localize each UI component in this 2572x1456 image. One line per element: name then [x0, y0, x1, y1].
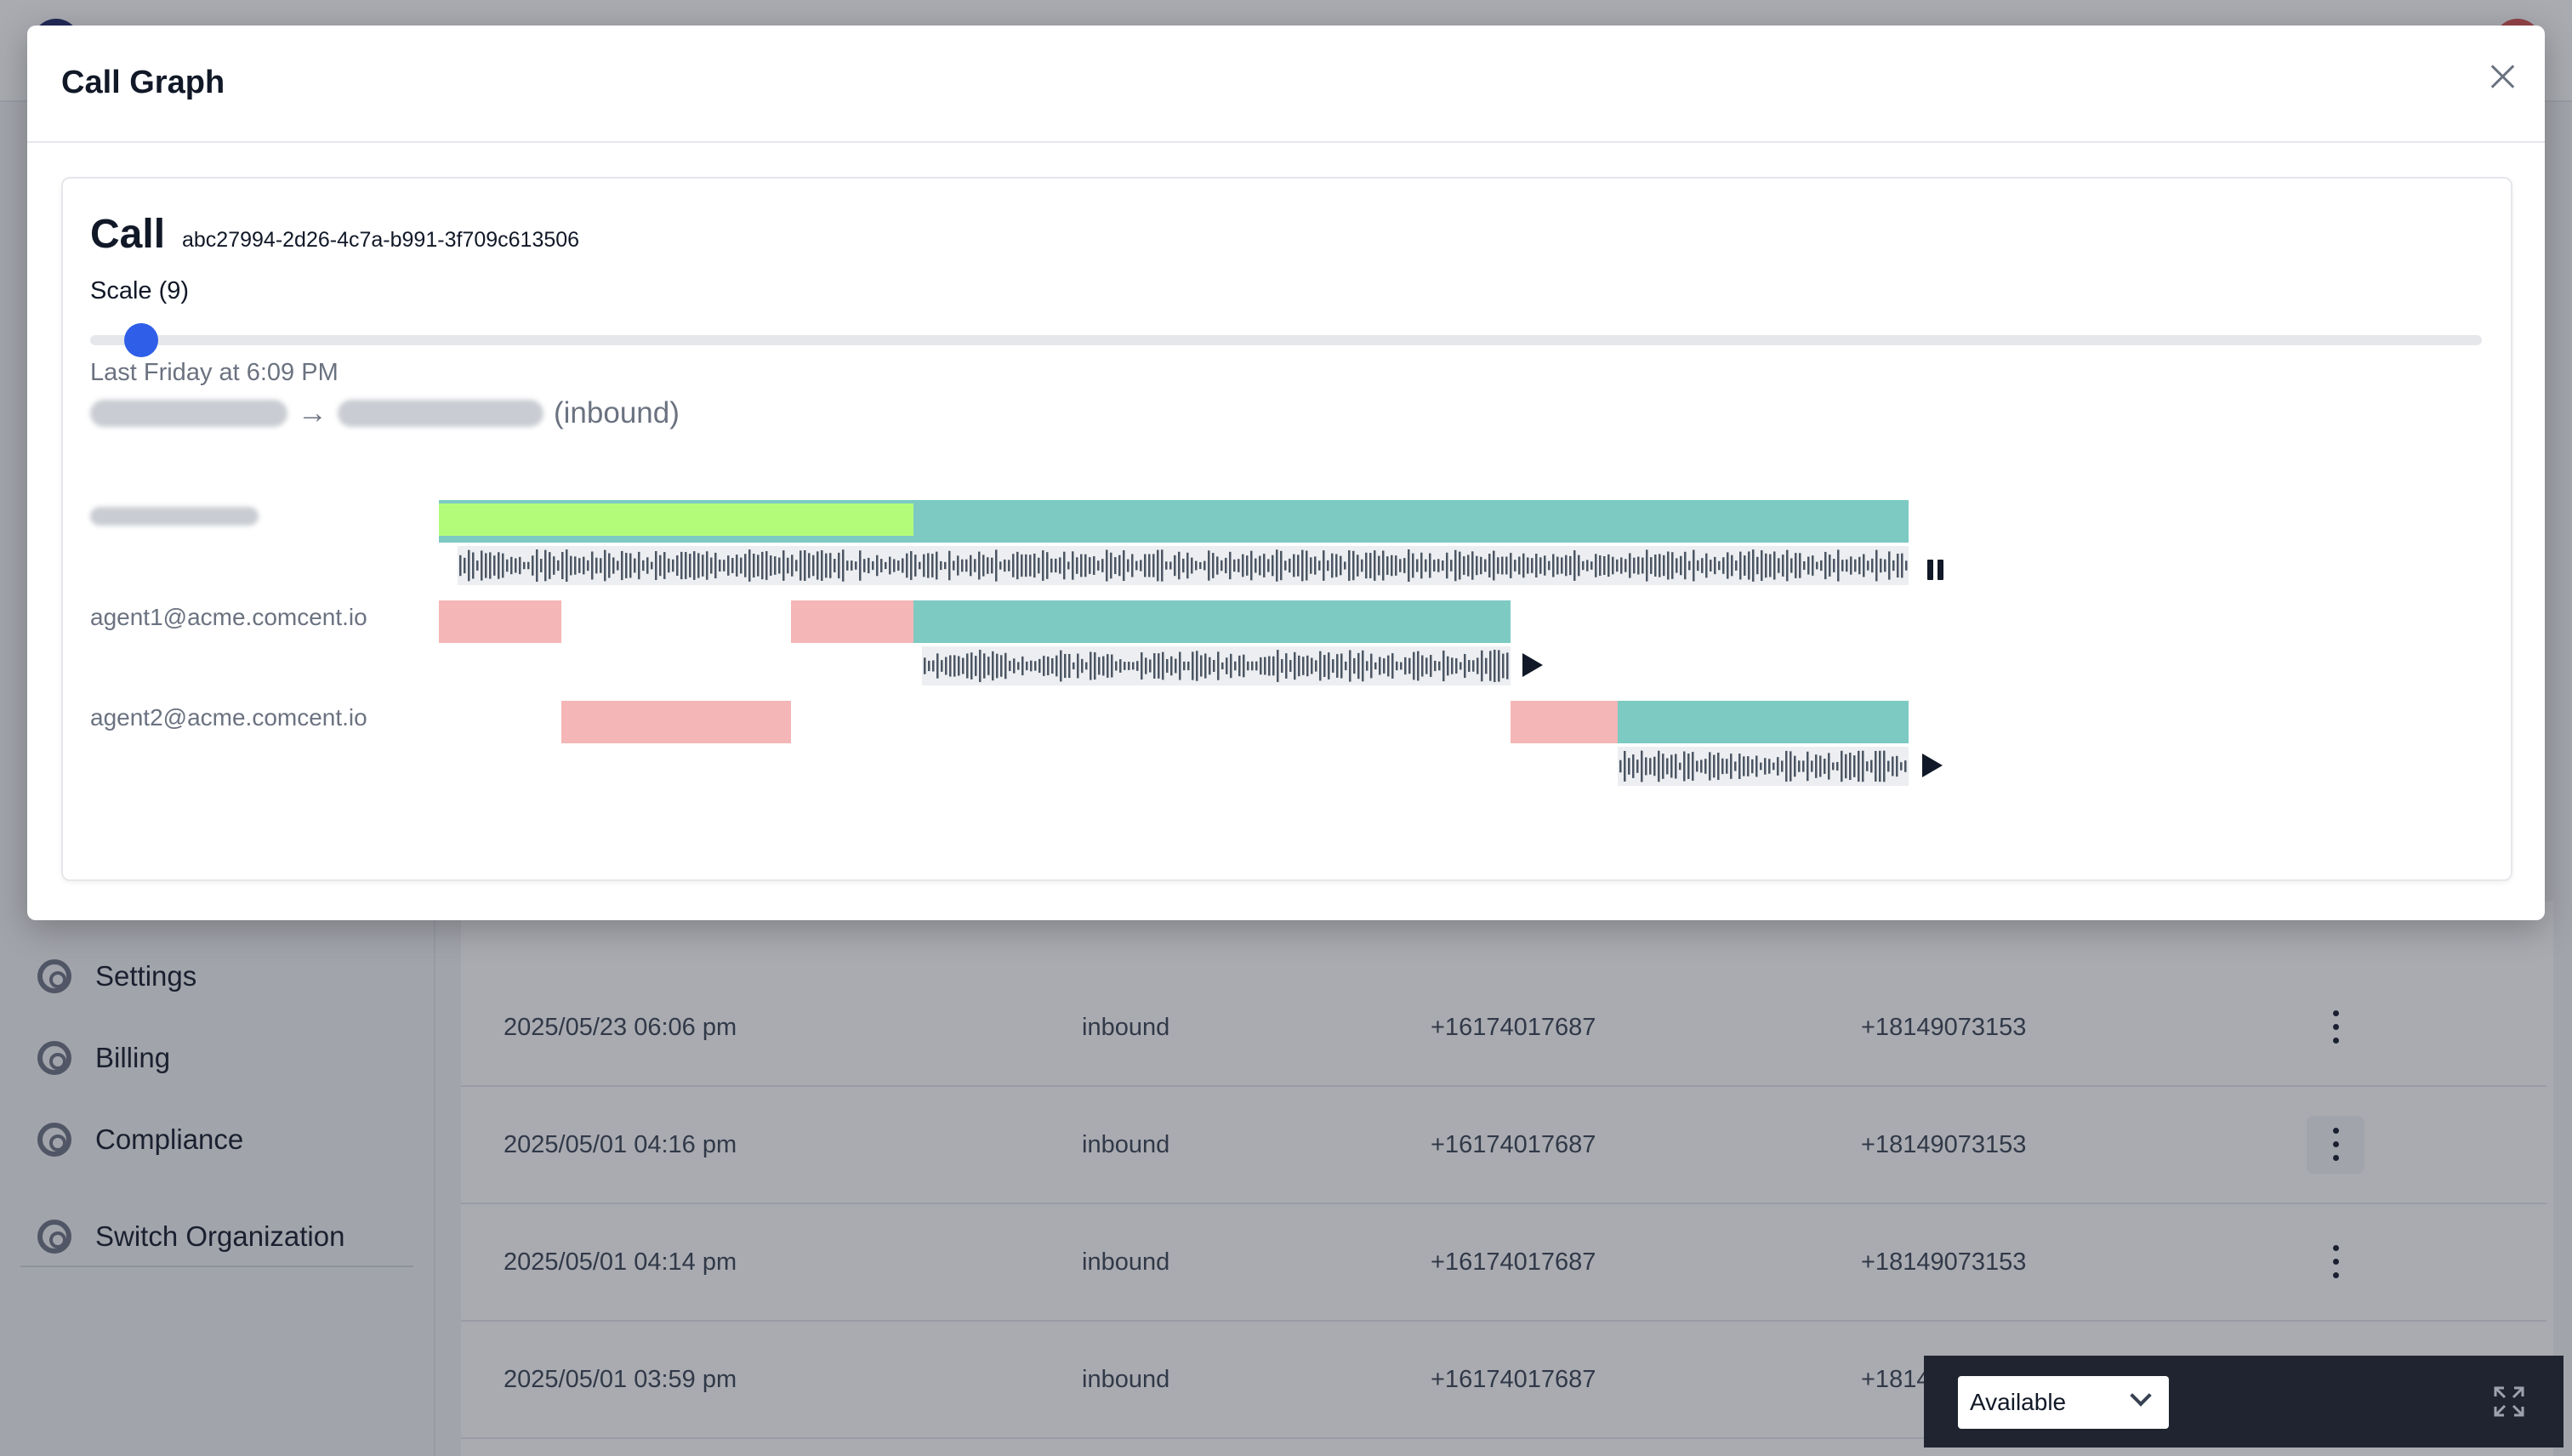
play-icon	[1922, 754, 1943, 777]
chevron-down-icon	[2130, 1385, 2152, 1407]
call-graph-modal: Call Graph Call abc27994-2d26-4c7a-b991-…	[27, 26, 2545, 920]
play-button[interactable]	[1922, 754, 1948, 779]
call-route: → (inbound)	[90, 395, 680, 432]
talk-segment	[913, 600, 1511, 643]
ringing-segment	[1511, 701, 1618, 743]
call-id: abc27994-2d26-4c7a-b991-3f709c613506	[182, 228, 580, 252]
audio-waveform[interactable]	[458, 546, 1909, 585]
ringing-segment	[791, 600, 913, 643]
status-select[interactable]: Available	[1958, 1376, 2169, 1429]
audio-waveform[interactable]	[1618, 747, 1909, 786]
redacted-from-number	[90, 400, 287, 427]
expand-icon[interactable]	[2492, 1385, 2526, 1419]
call-time: Last Friday at 6:09 PM	[90, 359, 339, 386]
ringing-segment	[439, 600, 561, 643]
talk-segment	[1618, 701, 1909, 743]
call-card: Call abc27994-2d26-4c7a-b991-3f709c61350…	[61, 177, 2512, 881]
arrow-right-icon: →	[298, 396, 327, 429]
play-icon	[1522, 653, 1543, 677]
participant-label: agent1@acme.comcent.io	[90, 604, 367, 630]
redacted-caller-label	[90, 507, 259, 526]
play-button[interactable]	[1522, 653, 1548, 679]
ivr-segment	[439, 503, 913, 536]
status-select-value: Available	[1970, 1389, 2067, 1415]
call-heading: Call	[90, 212, 166, 257]
scale-slider-track[interactable]	[90, 335, 2482, 345]
ringing-segment	[561, 701, 791, 743]
modal-title: Call Graph	[61, 65, 225, 100]
redacted-to-number	[338, 400, 543, 427]
scale-label: Scale (9)	[90, 277, 190, 304]
agent-status-widget: Available	[1924, 1356, 2563, 1447]
scale-slider-thumb[interactable]	[124, 323, 158, 357]
pause-icon[interactable]	[1922, 555, 1948, 580]
modal-header: Call Graph	[27, 26, 2545, 143]
close-icon[interactable]	[2484, 58, 2523, 97]
call-direction-label: (inbound)	[554, 396, 680, 429]
participant-label: agent2@acme.comcent.io	[90, 704, 367, 731]
audio-waveform[interactable]	[922, 646, 1511, 685]
